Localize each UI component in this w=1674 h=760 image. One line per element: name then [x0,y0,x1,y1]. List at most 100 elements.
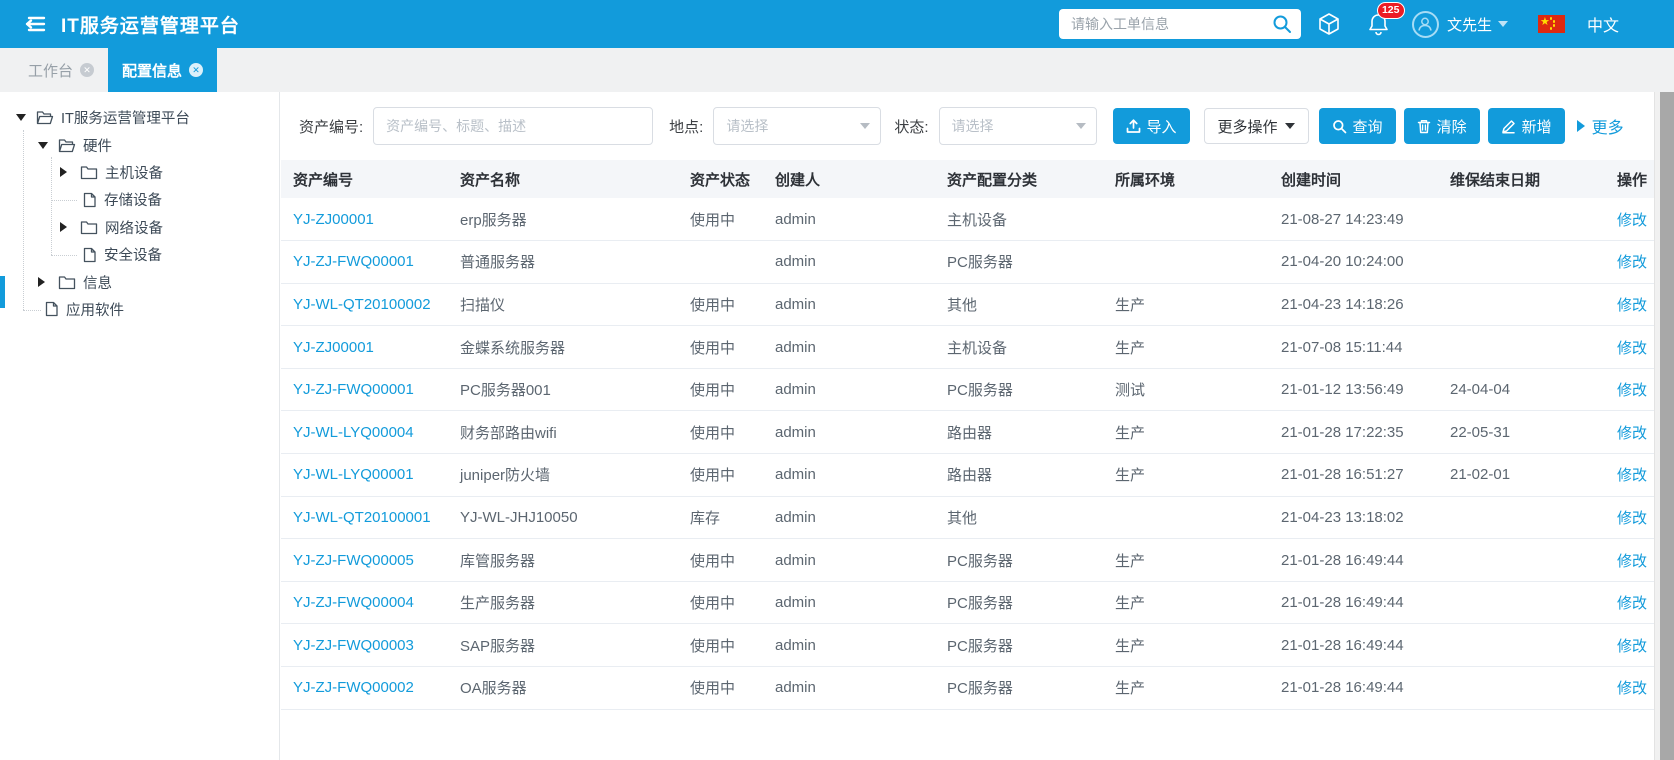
warranty-end-cell [1438,198,1605,241]
asset-code-link[interactable]: YJ-ZJ00001 [293,339,374,356]
modify-link[interactable]: 修改 [1617,553,1647,570]
tab-config-info[interactable]: 配置信息 ✕ [108,48,217,92]
tree-node-security-devices[interactable]: 安全设备 [0,241,279,268]
more-filters-link[interactable]: 更多 [1577,114,1624,138]
more-operations-button[interactable]: 更多操作 [1204,108,1309,144]
asset-code-link[interactable]: YJ-ZJ-FWQ00002 [293,679,414,696]
asset-code-link[interactable]: YJ-ZJ-FWQ00001 [293,253,414,270]
modify-link[interactable]: 修改 [1617,425,1647,442]
col-warranty-end: 维保结束日期 [1438,160,1605,198]
category-cell: 其他 [935,496,1103,539]
creator-cell: admin [763,326,935,369]
col-asset-name: 资产名称 [448,160,678,198]
tree-node-storage-devices[interactable]: 存储设备 [0,186,279,213]
caret-down-icon[interactable] [16,114,27,121]
vertical-scrollbar-track[interactable] [1654,92,1674,760]
caret-right-icon[interactable] [38,277,49,287]
warranty-end-cell [1438,624,1605,667]
asset-code-link[interactable]: YJ-WL-LYQ00001 [293,466,414,483]
location-select[interactable]: 请选择 [713,107,881,145]
asset-code-link[interactable]: YJ-WL-QT20100002 [293,296,431,313]
close-tab-icon[interactable]: ✕ [189,63,203,77]
asset-code-link[interactable]: YJ-WL-QT20100001 [293,509,431,526]
category-cell: 主机设备 [935,198,1103,241]
tree-node-network-devices[interactable]: 网络设备 [0,214,279,241]
modify-link[interactable]: 修改 [1617,467,1647,484]
modify-link[interactable]: 修改 [1617,510,1647,527]
environment-cell: 生产 [1103,283,1269,326]
asset-code-link[interactable]: YJ-ZJ00001 [293,211,374,228]
asset-name-cell: 生产服务器 [448,581,678,624]
asset-name-cell: YJ-WL-JHJ10050 [448,496,678,539]
add-new-button[interactable]: 新增 [1488,108,1565,144]
modify-link[interactable]: 修改 [1617,382,1647,399]
modify-link[interactable]: 修改 [1617,340,1647,357]
environment-cell: 生产 [1103,539,1269,582]
china-flag-icon: ★ [1538,15,1565,33]
caret-down-icon[interactable] [38,142,49,149]
tree-node-information[interactable]: 信息 [0,268,279,295]
tree-node-hardware[interactable]: 硬件 [0,131,279,158]
asset-name-cell: OA服务器 [448,667,678,710]
tree-node-platform-root[interactable]: IT服务运营管理平台 [0,104,279,131]
warranty-end-cell [1438,496,1605,539]
category-cell: PC服务器 [935,667,1103,710]
col-asset-code: 资产编号 [281,160,448,198]
asset-status-cell: 使用中 [678,581,763,624]
tab-workbench[interactable]: 工作台 ✕ [14,48,108,92]
created-time-cell: 21-04-20 10:24:00 [1269,241,1438,284]
asset-status-cell: 使用中 [678,198,763,241]
open-tabs-bar: 工作台 ✕ 配置信息 ✕ [0,48,1674,92]
asset-code-link[interactable]: YJ-ZJ-FWQ00003 [293,637,414,654]
asset-name-cell: 金蝶系统服务器 [448,326,678,369]
tree-node-application-software[interactable]: 应用软件 [0,296,279,323]
tree-node-host-devices[interactable]: 主机设备 [0,159,279,186]
module-cube-icon[interactable] [1317,12,1341,36]
search-input[interactable] [1071,16,1271,32]
caret-right-icon[interactable] [60,222,71,232]
search-icon[interactable] [1271,13,1293,35]
asset-table: 资产编号 资产名称 资产状态 创建人 资产配置分类 所属环境 创建时间 维保结束… [281,160,1654,710]
asset-status-cell: 使用中 [678,283,763,326]
warranty-end-cell [1438,283,1605,326]
clear-button[interactable]: 清除 [1404,108,1480,144]
asset-code-link[interactable]: YJ-ZJ-FWQ00001 [293,381,414,398]
user-name[interactable]: 文先生 [1447,14,1492,35]
creator-cell: admin [763,496,935,539]
global-search-box [1059,9,1301,39]
user-menu-caret-icon[interactable] [1498,21,1508,27]
created-time-cell: 21-01-28 16:49:44 [1269,667,1438,710]
query-button[interactable]: 查询 [1319,108,1396,144]
language-switcher[interactable]: 中文 [1587,12,1619,36]
modify-link[interactable]: 修改 [1617,638,1647,655]
category-cell: PC服务器 [935,368,1103,411]
asset-code-link[interactable]: YJ-ZJ-FWQ00004 [293,594,414,611]
notifications-bell-icon[interactable]: 125 [1367,12,1390,36]
caret-right-icon[interactable] [60,167,71,177]
user-avatar[interactable] [1412,11,1439,38]
import-button[interactable]: 导入 [1113,108,1190,144]
table-row: YJ-ZJ-FWQ00001 PC服务器001 使用中 admin PC服务器 … [281,368,1654,411]
asset-code-link[interactable]: YJ-ZJ-FWQ00005 [293,552,414,569]
collapse-sidebar-icon[interactable] [20,13,46,35]
col-category: 资产配置分类 [935,160,1103,198]
modify-link[interactable]: 修改 [1617,680,1647,697]
modify-link[interactable]: 修改 [1617,254,1647,271]
table-row: YJ-WL-QT20100002 扫描仪 使用中 admin 其他 生产 21-… [281,283,1654,326]
asset-no-input[interactable] [373,107,653,145]
status-select[interactable]: 请选择 [939,107,1097,145]
modify-link[interactable]: 修改 [1617,595,1647,612]
asset-status-cell: 库存 [678,496,763,539]
modify-link[interactable]: 修改 [1617,297,1647,314]
modify-link[interactable]: 修改 [1617,212,1647,229]
asset-name-cell: 普通服务器 [448,241,678,284]
search-icon [1332,119,1347,134]
close-tab-icon[interactable]: ✕ [80,63,94,77]
app-title: IT服务运营管理平台 [61,11,240,38]
environment-cell: 生产 [1103,624,1269,667]
vertical-scrollbar-thumb[interactable] [1660,92,1674,760]
asset-code-link[interactable]: YJ-WL-LYQ00004 [293,424,414,441]
notification-count-badge[interactable]: 125 [1377,2,1405,19]
table-row: YJ-ZJ-FWQ00003 SAP服务器 使用中 admin PC服务器 生产… [281,624,1654,667]
table-row: YJ-WL-LYQ00001 juniper防火墙 使用中 admin 路由器 … [281,454,1654,497]
